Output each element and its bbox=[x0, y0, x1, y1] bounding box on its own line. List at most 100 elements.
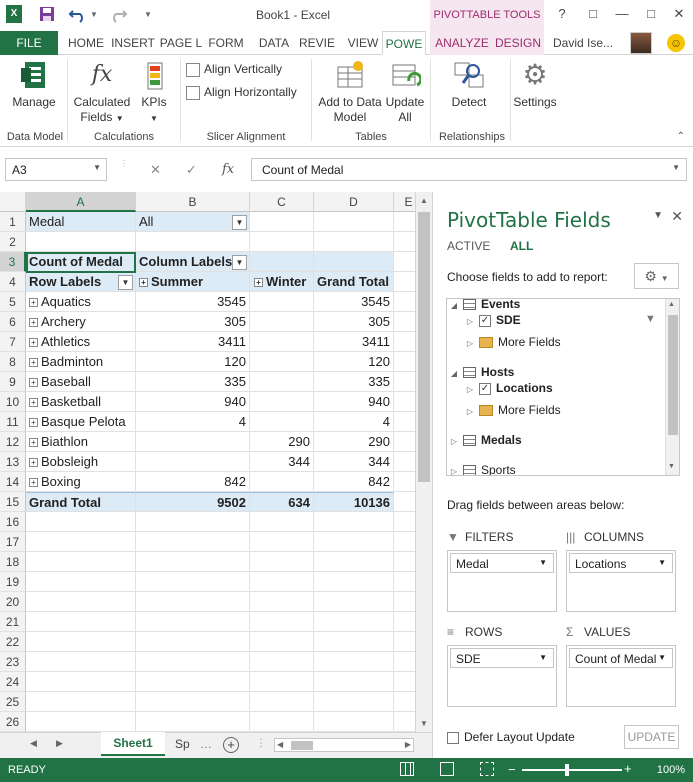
field-table-medals[interactable]: ▷ Medals bbox=[449, 433, 522, 447]
row-item-label[interactable]: + Aquatics bbox=[26, 292, 136, 312]
tab-insert[interactable]: INSERT bbox=[110, 31, 156, 55]
grand-total-row-label[interactable]: Grand Total bbox=[26, 492, 136, 512]
expand-icon[interactable]: + bbox=[29, 318, 38, 328]
save-icon[interactable] bbox=[38, 5, 58, 25]
value-cell[interactable] bbox=[250, 292, 314, 312]
cell[interactable] bbox=[26, 612, 136, 632]
zoom-level[interactable]: 100% bbox=[657, 764, 685, 776]
value-cell[interactable]: 4 bbox=[136, 412, 250, 432]
row-header[interactable]: 14 bbox=[0, 472, 26, 492]
scroll-down-icon[interactable]: ▼ bbox=[416, 719, 432, 728]
select-all-corner[interactable] bbox=[0, 192, 26, 212]
report-filter-value[interactable]: All ▼ bbox=[136, 212, 250, 232]
value-cell[interactable]: 305 bbox=[136, 312, 250, 332]
value-cell[interactable]: 120 bbox=[136, 352, 250, 372]
filter-dropdown-icon[interactable]: ▼ bbox=[232, 215, 247, 230]
cell[interactable] bbox=[394, 252, 415, 272]
cell[interactable] bbox=[394, 432, 415, 452]
row-item-label[interactable]: + Basketball bbox=[26, 392, 136, 412]
next-sheet-icon[interactable]: ▶ bbox=[56, 738, 63, 749]
value-cell[interactable] bbox=[250, 352, 314, 372]
cell[interactable] bbox=[250, 572, 314, 592]
cell[interactable] bbox=[314, 592, 394, 612]
expand-icon[interactable]: ▷ bbox=[465, 407, 475, 416]
value-cell[interactable]: 940 bbox=[314, 392, 394, 412]
cell[interactable] bbox=[314, 552, 394, 572]
row-header[interactable]: 23 bbox=[0, 652, 26, 672]
row-header[interactable]: 17 bbox=[0, 532, 26, 552]
tab-view[interactable]: VIEW bbox=[344, 31, 382, 55]
align-vertically-button[interactable]: Align Vertically bbox=[186, 62, 282, 77]
insert-function-icon[interactable]: fx bbox=[222, 162, 234, 177]
chevron-down-icon[interactable]: ▼ bbox=[658, 558, 666, 567]
expand-icon[interactable]: + bbox=[29, 338, 38, 348]
align-horizontally-button[interactable]: Align Horizontally bbox=[186, 85, 297, 100]
row-labels-header[interactable]: Row Labels ▼ bbox=[26, 272, 136, 292]
cell[interactable] bbox=[250, 612, 314, 632]
row-header[interactable]: 21 bbox=[0, 612, 26, 632]
row-item-label[interactable]: + Archery bbox=[26, 312, 136, 332]
cell[interactable] bbox=[314, 532, 394, 552]
grand-total-cell[interactable]: 10136 bbox=[314, 492, 394, 512]
row-item-label[interactable]: + Boxing bbox=[26, 472, 136, 492]
formula-input[interactable]: Count of Medal ▼ bbox=[251, 158, 687, 181]
row-item-label[interactable]: + Basque Pelota bbox=[26, 412, 136, 432]
cell[interactable] bbox=[26, 592, 136, 612]
columns-field-chip[interactable]: Locations ▼ bbox=[569, 553, 673, 573]
close-icon[interactable]: ✕ bbox=[671, 208, 683, 225]
cell[interactable] bbox=[394, 292, 415, 312]
cell[interactable] bbox=[394, 512, 415, 532]
field-list-scroll-thumb[interactable] bbox=[668, 315, 678, 435]
ribbon-display-options-button[interactable]: □ bbox=[583, 6, 603, 24]
rows-drop-zone[interactable]: SDE ▼ bbox=[447, 645, 557, 707]
scroll-right-icon[interactable]: ▶ bbox=[405, 740, 411, 749]
field-table-sports[interactable]: ▷ Sports bbox=[449, 463, 516, 475]
zoom-in-icon[interactable]: + bbox=[624, 761, 632, 776]
cell[interactable] bbox=[250, 212, 314, 232]
row-header[interactable]: 18 bbox=[0, 552, 26, 572]
cell[interactable] bbox=[250, 512, 314, 532]
filters-field-chip[interactable]: Medal ▼ bbox=[450, 553, 554, 573]
cancel-icon[interactable]: ✕ bbox=[150, 162, 161, 178]
name-box[interactable]: A3 ▼ bbox=[5, 158, 107, 181]
row-header[interactable]: 2 bbox=[0, 232, 26, 252]
expand-icon[interactable]: ▷ bbox=[465, 339, 475, 348]
collapse-icon[interactable]: ◢ bbox=[449, 369, 459, 378]
cell[interactable] bbox=[314, 212, 394, 232]
page-break-view-icon[interactable] bbox=[480, 762, 494, 776]
kpis-button[interactable]: KPIs ▼ bbox=[138, 59, 170, 126]
value-cell[interactable]: 335 bbox=[314, 372, 394, 392]
report-filter-label[interactable]: Medal bbox=[26, 212, 136, 232]
cell[interactable] bbox=[394, 612, 415, 632]
maximize-button[interactable]: □ bbox=[641, 6, 661, 24]
expand-icon[interactable]: ▷ bbox=[465, 385, 475, 394]
horizontal-scroll-thumb[interactable] bbox=[291, 741, 313, 750]
collapse-icon[interactable]: ◢ bbox=[449, 301, 459, 310]
cell[interactable] bbox=[136, 532, 250, 552]
cell[interactable] bbox=[394, 492, 415, 512]
value-cell[interactable]: 344 bbox=[250, 452, 314, 472]
cell[interactable] bbox=[136, 552, 250, 572]
grand-total-column-header[interactable]: Grand Total bbox=[314, 272, 394, 292]
cell[interactable] bbox=[394, 652, 415, 672]
row-header[interactable]: 19 bbox=[0, 572, 26, 592]
cell[interactable] bbox=[136, 512, 250, 532]
undo-dropdown-icon[interactable]: ▼ bbox=[90, 5, 110, 25]
pane-options-icon[interactable]: ▼ bbox=[653, 210, 663, 221]
checkbox-checked-icon[interactable]: ✓ bbox=[479, 382, 491, 395]
cell[interactable] bbox=[136, 612, 250, 632]
row-header[interactable]: 5 bbox=[0, 292, 26, 312]
cell[interactable] bbox=[26, 712, 136, 732]
column-labels-header[interactable]: Column Labels ▼ bbox=[136, 252, 250, 272]
values-drop-zone[interactable]: Count of Medal ▼ bbox=[566, 645, 676, 707]
expand-icon[interactable]: ▷ bbox=[449, 437, 459, 446]
tab-analyze[interactable]: ANALYZE bbox=[432, 31, 492, 55]
cell[interactable] bbox=[250, 232, 314, 252]
cell[interactable] bbox=[136, 232, 250, 252]
cell[interactable] bbox=[26, 232, 136, 252]
tab-all-fields[interactable]: ALL bbox=[510, 239, 533, 253]
column-item-summer[interactable]: + Summer bbox=[136, 272, 250, 292]
field-list-settings-button[interactable]: ⚙ ▼ bbox=[634, 263, 679, 289]
tab-home[interactable]: HOME bbox=[64, 31, 108, 55]
row-header[interactable]: 8 bbox=[0, 352, 26, 372]
